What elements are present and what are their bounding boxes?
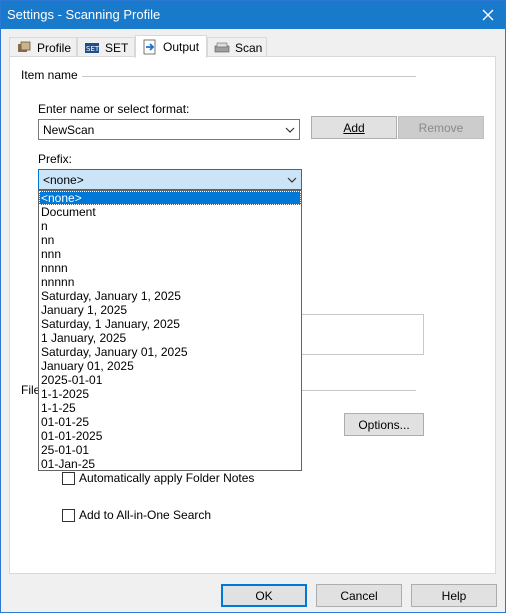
prefix-label: Prefix: <box>38 152 73 166</box>
cancel-button[interactable]: Cancel <box>316 584 402 607</box>
partial-text-box <box>301 314 424 355</box>
remove-button[interactable]: Remove <box>398 116 484 139</box>
prefix-option[interactable]: nnnn <box>39 261 301 275</box>
prefix-option[interactable]: January 1, 2025 <box>39 303 301 317</box>
output-icon <box>142 39 158 55</box>
title-bar: Settings - Scanning Profile <box>1 1 505 29</box>
prefix-option[interactable]: nnn <box>39 247 301 261</box>
tab-profile-label: Profile <box>37 40 72 55</box>
close-button[interactable] <box>471 1 505 29</box>
prefix-option[interactable]: 01-01-2025 <box>39 429 301 443</box>
all-in-one-search-label: Add to All-in-One Search <box>79 508 212 522</box>
prefix-option[interactable]: Saturday, January 01, 2025 <box>39 345 301 359</box>
options-button-label: Options... <box>358 417 410 432</box>
svg-text:SET: SET <box>86 45 100 53</box>
tab-set[interactable]: SET SET <box>77 37 135 57</box>
prefix-option[interactable]: 1-1-25 <box>39 401 301 415</box>
prefix-dropdown-list[interactable]: <none> Document n nn nnn nnnn nnnnn Saturday, J… <box>38 190 302 471</box>
ok-button[interactable]: OK <box>221 584 307 607</box>
tab-output[interactable]: Output <box>135 35 207 58</box>
close-icon <box>482 9 494 21</box>
prefix-option[interactable]: 01-Jan-25 <box>39 457 301 471</box>
prefix-option[interactable]: 2025-01-01 <box>39 373 301 387</box>
item-name-group-label: Item name <box>21 68 81 82</box>
item-name-group-line <box>82 76 416 77</box>
tab-profile[interactable]: Profile <box>9 37 77 57</box>
tab-output-label: Output <box>163 40 200 54</box>
file-group-line <box>302 390 416 391</box>
prefix-option[interactable]: n <box>39 219 301 233</box>
window-title: Settings - Scanning Profile <box>7 7 161 22</box>
remove-button-label: Remove <box>418 120 464 135</box>
prefix-option[interactable]: 01-01-25 <box>39 415 301 429</box>
prefix-option[interactable]: 1-1-2025 <box>39 387 301 401</box>
ok-button-label: OK <box>255 588 273 603</box>
add-button[interactable]: Add <box>311 116 397 139</box>
settings-dialog: Settings - Scanning Profile Profile SET … <box>0 0 506 613</box>
add-button-label: Add <box>343 120 365 135</box>
tab-scan[interactable]: Scan <box>207 37 267 57</box>
tab-scan-label: Scan <box>235 40 263 55</box>
all-in-one-search-checkbox-box[interactable] <box>62 508 75 522</box>
help-button[interactable]: Help <box>411 584 497 607</box>
cancel-button-label: Cancel <box>340 588 378 603</box>
scan-icon <box>214 40 230 56</box>
prefix-option[interactable]: 25-01-01 <box>39 443 301 457</box>
name-format-combobox[interactable]: NewScan <box>38 119 300 140</box>
prefix-option[interactable]: January 01, 2025 <box>39 359 301 373</box>
prefix-option[interactable]: nnnnn <box>39 275 301 289</box>
prefix-option[interactable]: nn <box>39 233 301 247</box>
all-in-one-search-checkbox[interactable]: Add to All-in-One Search <box>62 508 211 522</box>
auto-folder-notes-label: Automatically apply Folder Notes <box>79 471 255 485</box>
prefix-combobox[interactable]: <none> <box>38 169 302 190</box>
profile-icon <box>16 40 32 56</box>
prefix-option[interactable]: Saturday, January 1, 2025 <box>39 289 301 303</box>
name-format-value: NewScan <box>43 122 95 137</box>
name-format-label-text: Enter name or select format: <box>38 102 190 116</box>
name-format-label: Enter name or select format: <box>38 102 189 116</box>
prefix-option[interactable]: 1 January, 2025 <box>39 331 301 345</box>
help-button-label: Help <box>441 588 467 603</box>
options-button[interactable]: Options... <box>344 413 424 436</box>
tab-set-label: SET <box>105 40 129 55</box>
chevron-down-icon <box>287 177 297 183</box>
prefix-option[interactable]: Saturday, 1 January, 2025 <box>39 317 301 331</box>
auto-folder-notes-checkbox[interactable]: Automatically apply Folder Notes <box>62 471 254 485</box>
prefix-option[interactable]: <none> <box>39 191 301 205</box>
prefix-option[interactable]: Document <box>39 205 301 219</box>
chevron-down-icon <box>285 127 295 133</box>
auto-folder-notes-checkbox-box[interactable] <box>62 471 75 485</box>
prefix-value: <none> <box>43 172 84 187</box>
set-icon: SET <box>84 40 100 56</box>
